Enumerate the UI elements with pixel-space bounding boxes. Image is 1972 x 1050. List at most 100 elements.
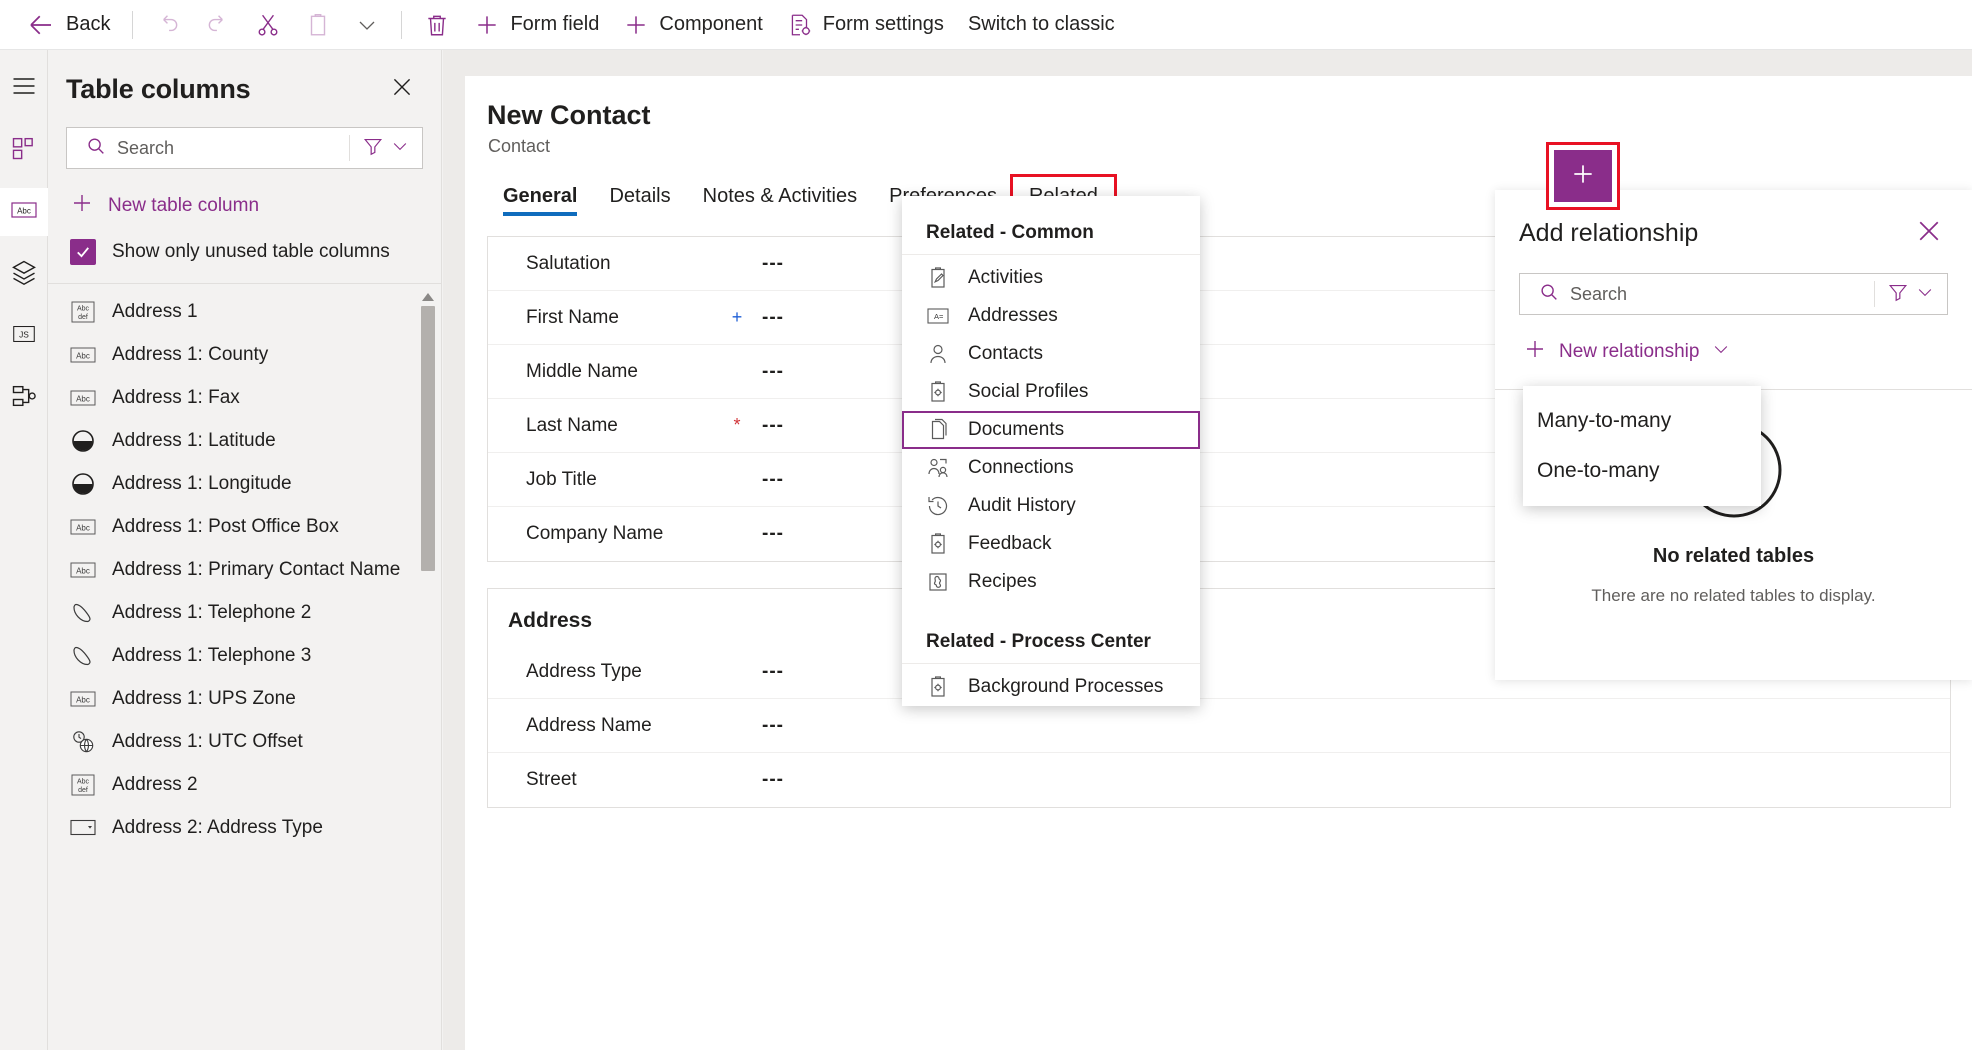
form-field-row[interactable]: Address Name ---	[488, 699, 1950, 753]
chevron-down-icon	[1711, 339, 1731, 365]
table-column-row[interactable]: Abc Address 1: UPS Zone	[48, 677, 441, 720]
close-add-relationship-button[interactable]	[1914, 216, 1944, 251]
field-label: Street	[526, 769, 577, 790]
hamburger-menu-icon	[10, 72, 38, 105]
add-form-field-button[interactable]: Form field	[462, 5, 611, 45]
scrollbar-thumb[interactable]	[421, 306, 435, 571]
form-settings-icon	[787, 12, 813, 38]
table-column-label: Address 2	[112, 773, 198, 795]
chevron-down-icon	[1915, 282, 1935, 307]
table-columns-icon: Abc	[9, 198, 39, 227]
empty-state-subtitle: There are no related tables to display.	[1591, 586, 1876, 605]
table-columns-panel: Table columns Search New table column Sh…	[48, 50, 442, 1050]
table-column-label: Address 1: Fax	[112, 386, 240, 408]
toolbar-overflow-button[interactable]	[343, 5, 391, 45]
svg-text:Abc: Abc	[77, 778, 90, 785]
redo-button[interactable]	[193, 5, 243, 45]
add-component-button[interactable]: Component	[611, 5, 774, 45]
new-relationship-button[interactable]: New relationship	[1495, 315, 1972, 367]
form-field-label: Form field	[510, 13, 600, 35]
form-settings-button[interactable]: Form settings	[775, 5, 956, 45]
plus-icon	[1523, 337, 1547, 367]
tab-general[interactable]: General	[487, 177, 593, 222]
table-column-row[interactable]: Abc Address 1: Post Office Box	[48, 505, 441, 548]
table-column-row[interactable]: Address 1: Telephone 2	[48, 591, 441, 634]
close-panel-button[interactable]	[383, 68, 421, 111]
table-columns-header: Table columns	[48, 50, 441, 121]
phone-icon	[70, 643, 96, 669]
paste-button[interactable]	[293, 5, 343, 45]
table-column-row[interactable]: Address 1: UTC Offset	[48, 720, 441, 763]
scroll-up-arrow-icon[interactable]	[419, 288, 437, 306]
timezone-icon	[70, 729, 96, 755]
rail-javascript[interactable]: JS	[0, 312, 48, 360]
form-field-row[interactable]: Street ---	[488, 753, 1950, 807]
panel-scrollbar[interactable]	[419, 288, 437, 598]
relationship-search-input[interactable]	[1570, 283, 1874, 305]
cut-button[interactable]	[243, 5, 293, 45]
undo-button[interactable]	[143, 5, 193, 45]
back-arrow-icon	[26, 10, 56, 40]
switch-to-classic-button[interactable]: Switch to classic	[956, 5, 1127, 45]
search-box[interactable]	[67, 128, 349, 168]
flyout-process-items: Background Processes	[902, 668, 1200, 706]
search-input[interactable]	[117, 137, 349, 159]
tab-details[interactable]: Details	[593, 177, 686, 222]
table-column-row[interactable]: Address 2: Address Type	[48, 806, 441, 849]
related-menu-item-label: Addresses	[968, 305, 1058, 326]
relationship-search-box[interactable]	[1520, 274, 1874, 314]
multiline-text-icon: Abc def	[70, 299, 96, 325]
plus-icon	[474, 12, 500, 38]
relationship-filter-button[interactable]	[1874, 281, 1947, 307]
rail-table-columns[interactable]: Abc	[0, 188, 48, 236]
add-relationship-panel: Add relationship Search New relationship…	[1495, 142, 1972, 680]
table-column-label: Address 1: UPS Zone	[112, 687, 296, 709]
related-menu-item-recipes[interactable]: Recipes	[902, 563, 1200, 601]
show-unused-label: Show only unused table columns	[112, 241, 390, 262]
related-menu-item-activities[interactable]: Activities	[902, 259, 1200, 297]
field-label: Address Name	[526, 714, 652, 736]
close-icon	[1914, 221, 1944, 250]
related-menu-item-background-processes[interactable]: Background Processes	[902, 668, 1200, 706]
table-column-row[interactable]: Abc def Address 2	[48, 763, 441, 806]
table-column-row[interactable]: Address 1: Latitude	[48, 419, 441, 462]
related-menu-item-feedback[interactable]: Feedback	[902, 525, 1200, 563]
related-menu-item-addresses[interactable]: A= Addresses	[902, 297, 1200, 335]
new-table-column-button[interactable]: New table column	[48, 169, 441, 235]
table-column-row[interactable]: Abc Address 1: Primary Contact Name	[48, 548, 441, 591]
tab-label: General	[503, 185, 578, 207]
related-menu-item-connections[interactable]: Connections	[902, 449, 1200, 487]
rail-components[interactable]	[0, 126, 48, 174]
delete-button[interactable]	[412, 5, 462, 45]
add-relationship-button[interactable]	[1554, 150, 1612, 202]
rail-hamburger-menu[interactable]	[0, 64, 48, 112]
related-menu-item-audit-history[interactable]: Audit History	[902, 487, 1200, 525]
activity-icon	[926, 266, 950, 290]
process-icon	[926, 675, 950, 699]
rail-events[interactable]	[0, 374, 48, 422]
relationship-option-one-to-many[interactable]: One-to-many	[1523, 446, 1761, 496]
table-column-row[interactable]: Abc Address 1: Fax	[48, 376, 441, 419]
field-value: ---	[762, 660, 784, 682]
flyout-group-process-label: Related - Process Center	[902, 615, 1200, 664]
component-label: Component	[659, 13, 763, 35]
related-menu-item-contacts[interactable]: Contacts	[902, 335, 1200, 373]
table-column-label: Address 1: Longitude	[112, 472, 292, 494]
show-unused-checkbox[interactable]: Show only unused table columns	[48, 235, 441, 283]
table-column-row[interactable]: Address 1: Longitude	[48, 462, 441, 505]
relationship-option-many-to-many[interactable]: Many-to-many	[1523, 396, 1761, 446]
tab-notes-activities[interactable]: Notes & Activities	[687, 177, 874, 222]
filter-button[interactable]	[349, 135, 422, 161]
table-column-row[interactable]: Abc def Address 1	[48, 290, 441, 333]
table-column-row[interactable]: Abc Address 1: County	[48, 333, 441, 376]
related-menu-item-label: Social Profiles	[968, 381, 1089, 402]
rail-layers[interactable]	[0, 250, 48, 298]
field-required-marker: *	[733, 415, 741, 435]
field-value: ---	[762, 252, 784, 274]
back-button[interactable]: Back	[22, 5, 122, 45]
related-menu-item-social-profiles[interactable]: Social Profiles	[902, 373, 1200, 411]
table-column-row[interactable]: Address 1: Telephone 3	[48, 634, 441, 677]
add-relationship-search-row	[1519, 273, 1948, 315]
related-menu-item-documents[interactable]: Documents	[902, 411, 1200, 449]
svg-text:Abc: Abc	[17, 206, 31, 215]
